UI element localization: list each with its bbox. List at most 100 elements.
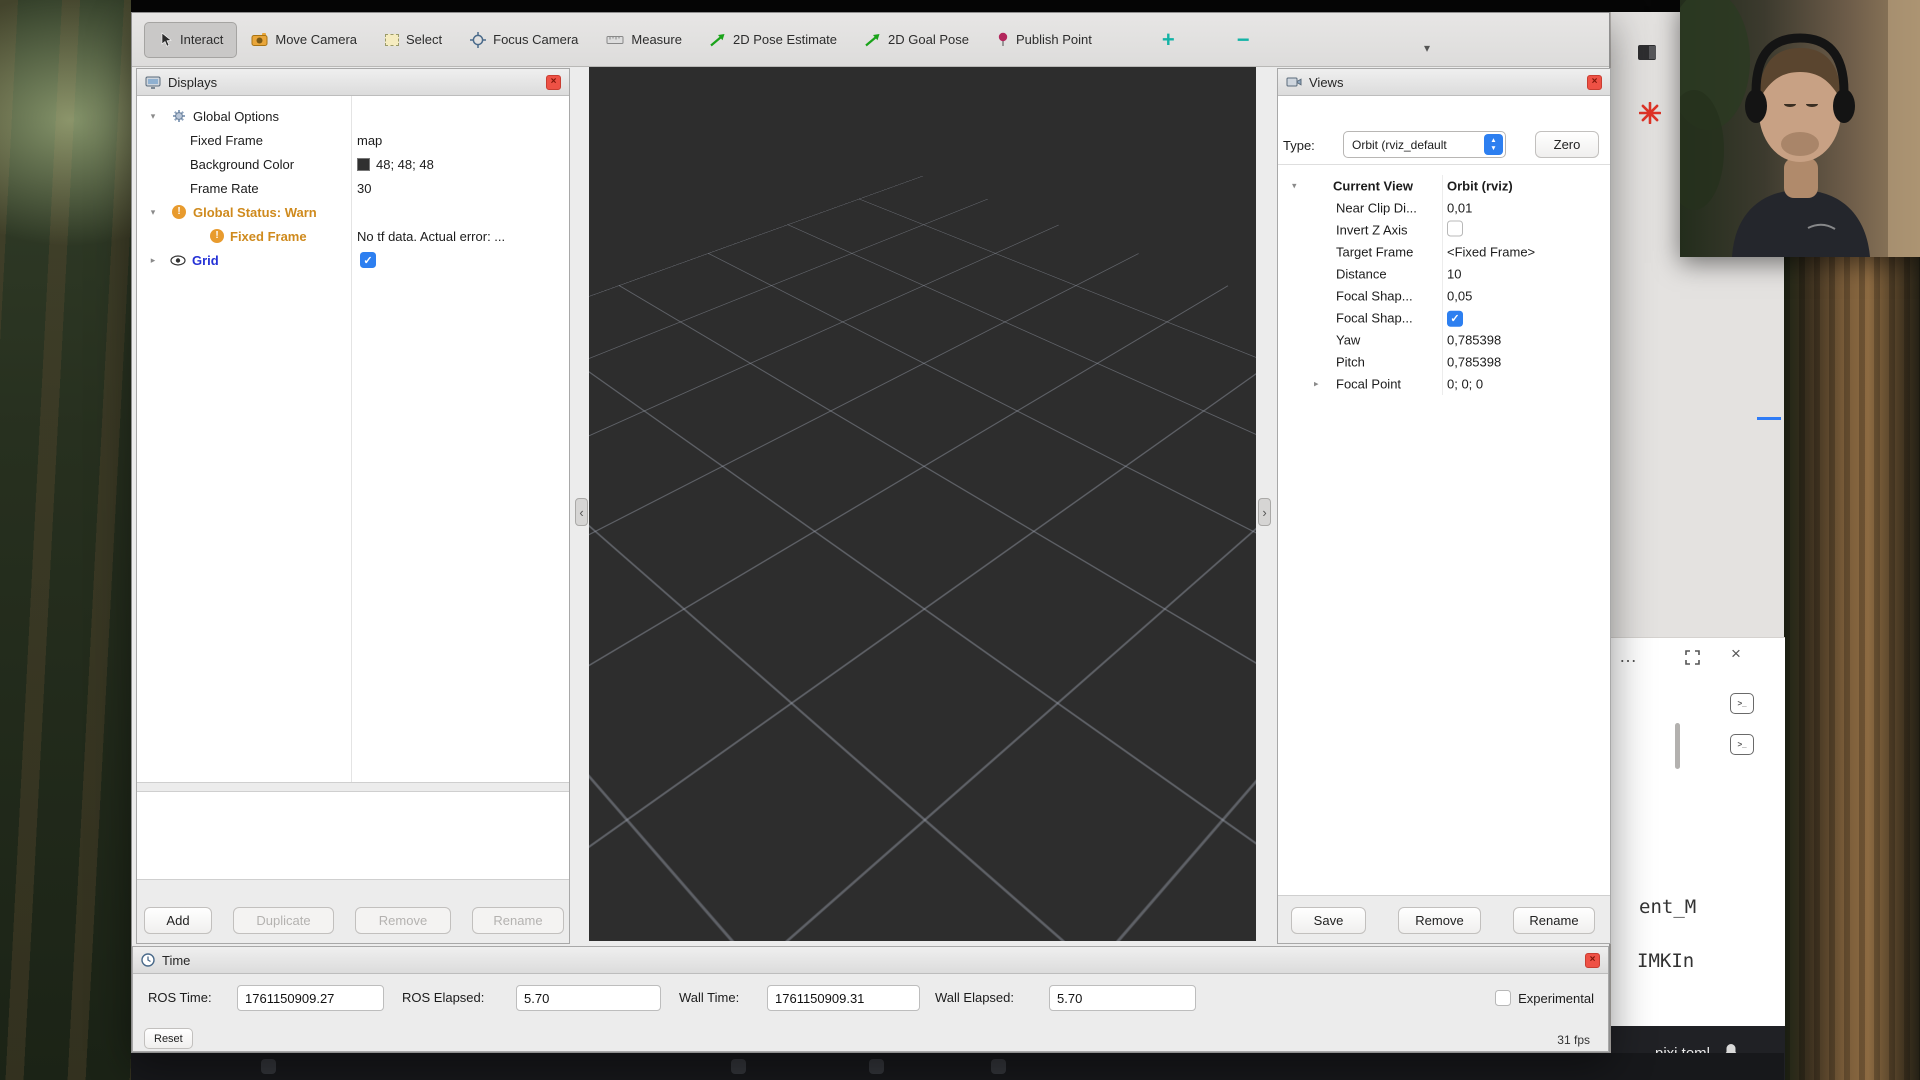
view-type-dropdown[interactable]: Orbit (rviz_default ▲▼ <box>1343 131 1506 158</box>
sidebar-toggle-icon[interactable] <box>1637 44 1657 66</box>
collapse-left-panel-handle[interactable]: ‹ <box>575 498 588 526</box>
expand-expander-icon[interactable]: ▸ <box>146 255 160 266</box>
duplicate-display-button: Duplicate <box>233 907 334 934</box>
tree-row-focal-shape-fixed[interactable]: Focal Shap... ✓ <box>1278 307 1610 329</box>
rviz-toolbar: Interact Move Camera Select Focus Camera… <box>132 13 1609 67</box>
dock-icon[interactable] <box>869 1059 884 1074</box>
tree-row-background-color[interactable]: Background Color 48; 48; 48 <box>137 152 569 176</box>
views-button-row: Save Remove Rename <box>1291 907 1610 934</box>
remove-view-button[interactable]: Remove <box>1398 907 1481 934</box>
scrollbar-thumb[interactable] <box>1675 723 1680 769</box>
webcam-video <box>1680 0 1920 257</box>
toolbar-overflow-chevron-icon[interactable]: ▾ <box>1424 41 1430 55</box>
panel-title: Displays <box>168 75 217 90</box>
tool-focus-camera-button[interactable]: Focus Camera <box>456 22 592 58</box>
add-display-button[interactable]: Add <box>144 907 212 934</box>
experimental-checkbox[interactable] <box>1495 990 1511 1006</box>
expand-icon[interactable] <box>1685 650 1700 670</box>
dock-icon[interactable] <box>261 1059 276 1074</box>
tree-row-focal-point[interactable]: ▸ Focal Point 0; 0; 0 <box>1278 373 1610 395</box>
tool-select-button[interactable]: Select <box>371 22 456 58</box>
tree-row-fixed-frame-warning[interactable]: ! Fixed Frame No tf data. Actual error: … <box>137 224 569 248</box>
close-time-button[interactable]: × <box>1585 953 1600 968</box>
close-icon[interactable]: × <box>1731 644 1741 664</box>
ros-elapsed-field[interactable] <box>516 985 661 1011</box>
focus-camera-icon <box>470 32 486 48</box>
terminal-icon[interactable]: >_ <box>1730 734 1754 755</box>
displays-button-row: Add Duplicate Remove Rename <box>137 907 569 934</box>
interact-icon <box>158 32 173 48</box>
rename-display-button: Rename <box>472 907 564 934</box>
tree-row-pitch[interactable]: Pitch 0,785398 <box>1278 351 1610 373</box>
warning-icon: ! <box>210 229 224 243</box>
views-panel-header: Views × <box>1278 69 1610 96</box>
terminal-icon[interactable]: >_ <box>1730 693 1754 714</box>
global-options-icon <box>172 109 186 123</box>
tree-row-global-options[interactable]: ▾ Global Options <box>137 104 569 128</box>
asterisk-icon <box>1639 102 1661 129</box>
tree-row-yaw[interactable]: Yaw 0,785398 <box>1278 329 1610 351</box>
wall-elapsed-field[interactable] <box>1049 985 1196 1011</box>
grid-plane <box>589 176 1256 941</box>
views-body: Type: Orbit (rviz_default ▲▼ Zero ▾ Curr… <box>1278 96 1610 896</box>
wall-elapsed-label: Wall Elapsed: <box>935 985 1014 1011</box>
close-displays-button[interactable]: × <box>546 75 561 90</box>
dock-icon[interactable] <box>731 1059 746 1074</box>
window-titlebar-strip <box>131 0 1680 12</box>
close-views-button[interactable]: × <box>1587 75 1602 90</box>
tree-row-fixed-frame[interactable]: Fixed Frame map <box>137 128 569 152</box>
view-type-row: Type: Orbit (rviz_default ▲▼ Zero <box>1278 96 1610 165</box>
tool-measure-button[interactable]: Measure <box>592 22 696 58</box>
pose-arrow-icon <box>710 33 726 47</box>
expand-expander-icon[interactable]: ▸ <box>1314 379 1319 390</box>
add-tool-button[interactable]: + <box>1152 27 1185 53</box>
more-options-icon[interactable]: … <box>1619 646 1639 667</box>
terminal-output-text: ent_M <box>1639 896 1696 918</box>
views-panel: Views × Type: Orbit (rviz_default ▲▼ Zer… <box>1277 68 1611 944</box>
select-icon <box>385 34 399 46</box>
collapse-expander-icon[interactable]: ▾ <box>1292 181 1297 192</box>
views-tree: ▾ Current View Orbit (rviz) Near Clip Di… <box>1278 175 1610 395</box>
tool-2d-goal-pose-button[interactable]: 2D Goal Pose <box>851 22 983 58</box>
tree-row-global-status[interactable]: ▾ ! Global Status: Warn <box>137 200 569 224</box>
webcam-overlay[interactable] <box>1680 0 1920 257</box>
dock-icon[interactable] <box>991 1059 1006 1074</box>
time-icon <box>141 953 155 967</box>
wall-time-label: Wall Time: <box>679 985 739 1011</box>
focal-shape-checkbox[interactable]: ✓ <box>1447 310 1463 326</box>
tree-row-grid[interactable]: ▸ Grid ✓ <box>137 248 569 272</box>
tool-move-camera-button[interactable]: Move Camera <box>237 22 371 58</box>
reset-time-button[interactable]: Reset <box>144 1028 193 1049</box>
time-panel: Time × ROS Time: ROS Elapsed: Wall Time:… <box>132 946 1609 1052</box>
tree-row-frame-rate[interactable]: Frame Rate 30 <box>137 176 569 200</box>
tree-row-target-frame[interactable]: Target Frame <Fixed Frame> <box>1278 241 1610 263</box>
rename-view-button[interactable]: Rename <box>1513 907 1595 934</box>
displays-panel: Displays × ▾ Global Options Fixed Frame … <box>136 68 570 944</box>
grid-enabled-checkbox[interactable]: ✓ <box>360 252 376 268</box>
3d-viewport[interactable] <box>589 67 1256 941</box>
collapse-expander-icon[interactable]: ▾ <box>146 207 160 218</box>
invert-z-checkbox[interactable] <box>1447 221 1463 237</box>
displays-tree: ▾ Global Options Fixed Frame map Backgro… <box>137 96 569 783</box>
display-description-pane <box>137 791 569 880</box>
tool-publish-point-button[interactable]: Publish Point <box>983 22 1106 58</box>
tree-row-focal-shape-size[interactable]: Focal Shap... 0,05 <box>1278 285 1610 307</box>
bottom-dock-strip <box>131 1053 1784 1080</box>
remove-tool-button[interactable]: − <box>1227 27 1260 53</box>
tree-row-invert-z[interactable]: Invert Z Axis <box>1278 219 1610 241</box>
move-camera-icon <box>251 32 268 47</box>
tree-row-near-clip[interactable]: Near Clip Di... 0,01 <box>1278 197 1610 219</box>
collapse-right-panel-handle[interactable]: › <box>1258 498 1271 526</box>
tool-interact-button[interactable]: Interact <box>144 22 237 58</box>
color-swatch <box>357 158 370 171</box>
save-view-button[interactable]: Save <box>1291 907 1366 934</box>
tree-row-current-view[interactable]: ▾ Current View Orbit (rviz) <box>1278 175 1610 197</box>
tool-2d-pose-estimate-button[interactable]: 2D Pose Estimate <box>696 22 851 58</box>
collapse-expander-icon[interactable]: ▾ <box>146 111 160 122</box>
measure-icon <box>606 34 624 46</box>
wall-time-field[interactable] <box>767 985 920 1011</box>
views-icon <box>1286 76 1302 88</box>
tree-row-distance[interactable]: Distance 10 <box>1278 263 1610 285</box>
ros-time-field[interactable] <box>237 985 384 1011</box>
zero-view-button[interactable]: Zero <box>1535 131 1599 158</box>
